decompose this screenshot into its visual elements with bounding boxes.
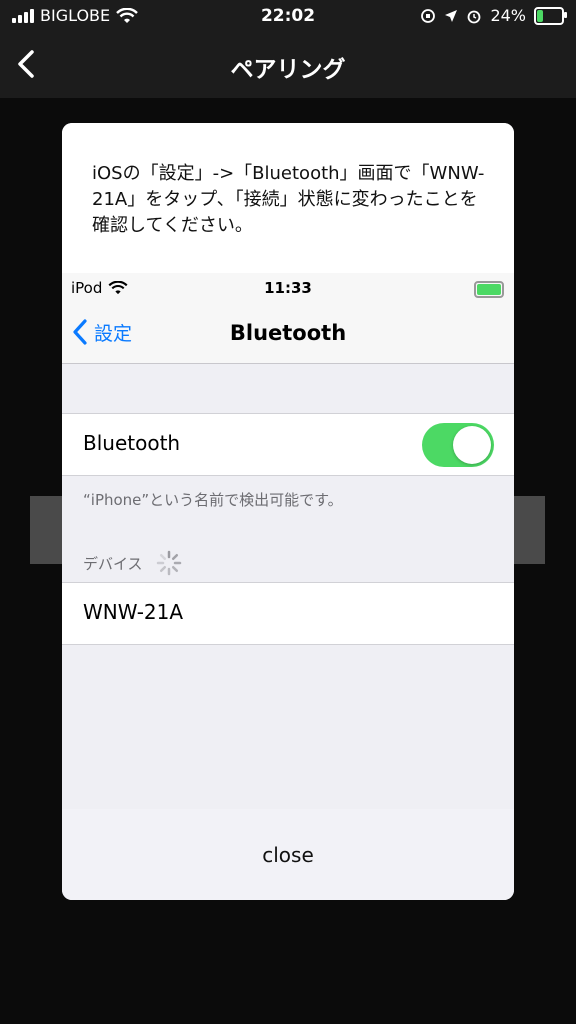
- close-button[interactable]: close: [62, 843, 514, 867]
- inner-page-title: Bluetooth: [229, 321, 347, 345]
- spinner-icon: [156, 550, 181, 576]
- inner-nav-bar: 設定 Bluetooth: [62, 303, 514, 364]
- pairing-dialog: iOSの「設定」->「Bluetooth」画面で「WNW-21A」をタップ、「接…: [62, 123, 514, 900]
- status-right: 24%: [420, 6, 567, 25]
- battery-icon: [534, 6, 567, 25]
- dialog-header: iOSの「設定」->「Bluetooth」画面で「WNW-21A」をタップ、「接…: [62, 123, 514, 273]
- dialog-footer: close: [62, 809, 514, 900]
- status-bar: BIGLOBE 22:02 24%: [0, 0, 576, 32]
- devices-header-label: デバイス: [83, 554, 143, 573]
- orientation-lock-icon: [421, 8, 436, 23]
- device-name: WNW-21A: [83, 600, 184, 624]
- bluetooth-toggle-row: Bluetooth: [62, 413, 514, 476]
- battery-icon: [474, 281, 504, 298]
- battery-percent: 24%: [490, 6, 526, 25]
- app-header: ペアリング: [0, 32, 576, 98]
- device-row[interactable]: WNW-21A: [62, 582, 514, 645]
- bluetooth-toggle[interactable]: [422, 423, 494, 467]
- location-icon: [445, 9, 458, 22]
- inner-status-bar: iPod 11:33: [62, 273, 514, 303]
- inner-time: 11:33: [264, 279, 312, 297]
- alarm-icon: [468, 10, 481, 23]
- instruction-text: iOSの「設定」->「Bluetooth」画面で「WNW-21A」をタップ、「接…: [92, 163, 485, 236]
- bluetooth-settings-screenshot: iPod 11:33 設定 Bluetooth Bluetooth “iPhon…: [62, 273, 514, 809]
- page-title: ペアリング: [230, 57, 346, 83]
- bluetooth-label: Bluetooth: [83, 431, 181, 455]
- discoverable-note: “iPhone”という名前で検出可能です。: [83, 491, 343, 509]
- devices-section-header: デバイス: [83, 549, 183, 577]
